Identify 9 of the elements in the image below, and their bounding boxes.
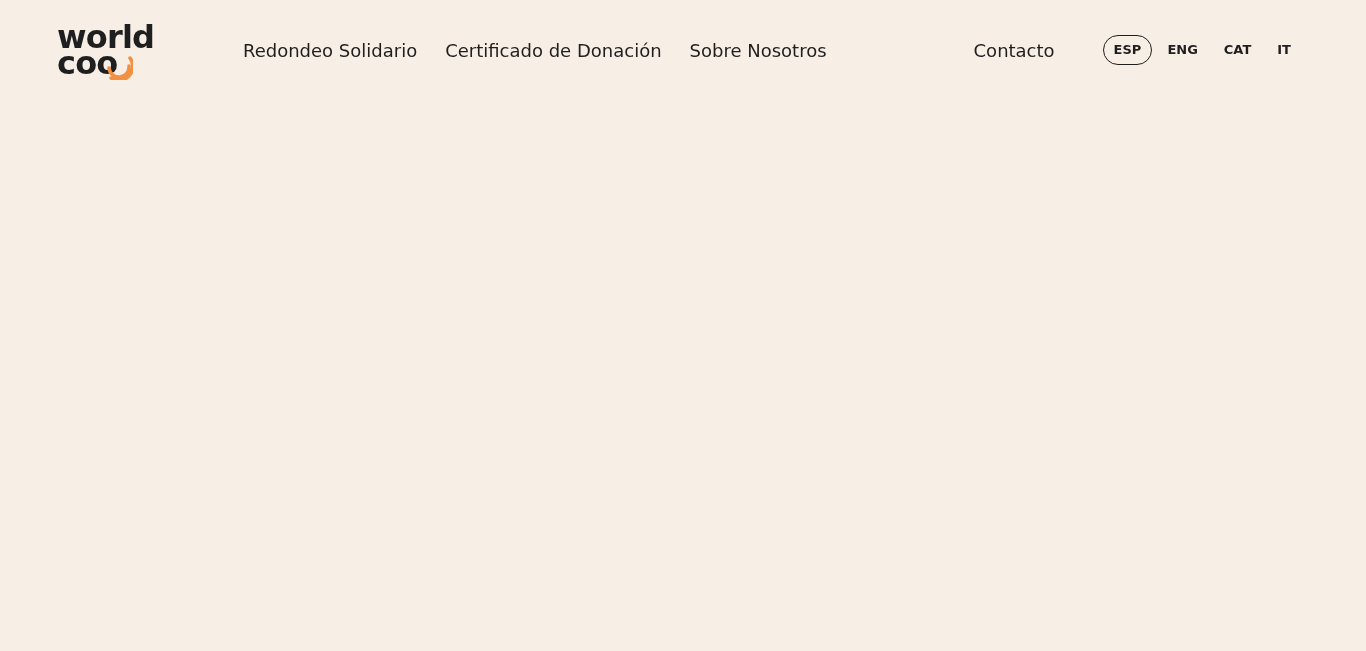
contact-link[interactable]: Contacto: [973, 36, 1055, 64]
nav-link[interactable]: Sobre Nosotros: [689, 36, 827, 64]
language-tab[interactable]: ENG: [1156, 35, 1209, 65]
nav-link[interactable]: Redondeo Solidario: [243, 36, 418, 64]
language-tab[interactable]: IT: [1266, 35, 1302, 65]
logo-text: world: [57, 24, 155, 50]
language-tab[interactable]: CAT: [1212, 35, 1263, 65]
logo-text: coo: [57, 50, 118, 76]
nav-link[interactable]: Certificado de Donación: [445, 36, 662, 64]
